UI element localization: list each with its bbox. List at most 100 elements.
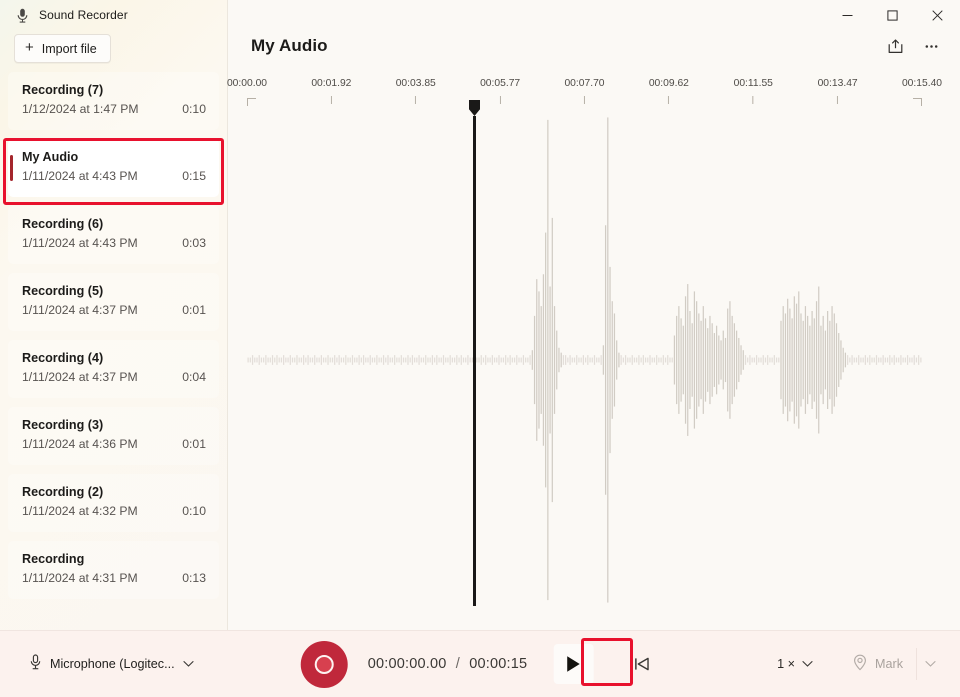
record-button[interactable] (301, 641, 348, 688)
ruler-tick: 00:15.40 (902, 78, 942, 104)
recording-name: Recording (4) (22, 349, 206, 367)
import-file-button[interactable]: + Import file (14, 34, 111, 63)
recording-list-item[interactable]: Recording (2) 1/11/2024 at 4:32 PM 0:10 (8, 474, 219, 532)
transport-bar: Microphone (Logitec... 00:00:00.00 / 00:… (0, 630, 960, 697)
play-button[interactable] (553, 644, 593, 684)
recording-list-item[interactable]: Recording (6) 1/11/2024 at 4:43 PM 0:03 (8, 206, 219, 264)
transport-controls: 00:00:00.00 / 00:00:15 (301, 641, 660, 688)
more-options-icon[interactable] (914, 30, 948, 62)
recording-name: Recording (6) (22, 215, 206, 233)
recording-meta: 1/11/2024 at 4:31 PM 0:13 (22, 571, 206, 585)
recording-meta: 1/11/2024 at 4:36 PM 0:01 (22, 437, 206, 451)
waveform-canvas[interactable] (228, 110, 960, 610)
current-time: 00:00:00.00 (368, 656, 447, 672)
recording-duration: 0:10 (182, 102, 206, 116)
title-bar: Sound Recorder (0, 0, 960, 30)
skip-to-start-button[interactable] (623, 646, 659, 682)
time-separator: / (456, 656, 460, 672)
recording-duration: 0:01 (182, 303, 206, 317)
header-actions (878, 30, 948, 62)
recording-date: 1/11/2024 at 4:43 PM (22, 236, 138, 250)
ruler-tick: 00:11.55 (734, 78, 773, 104)
title-bar-left: Sound Recorder (0, 0, 128, 30)
recording-name: Recording (7) (22, 81, 206, 99)
chevron-down-icon (183, 655, 194, 673)
timeline-ruler[interactable]: 00:00.00 00:01.92 00:03.85 00:05.77 00:07.70… (228, 78, 960, 110)
close-button[interactable] (915, 0, 960, 30)
recording-name: Recording (3) (22, 416, 206, 434)
maximize-button[interactable] (870, 0, 915, 30)
ruler-tick-label: 00:09.62 (649, 78, 689, 89)
ruler-tick: 00:09.62 (649, 78, 689, 104)
recording-date: 1/11/2024 at 4:37 PM (22, 303, 138, 317)
marker-options-button[interactable] (916, 648, 944, 680)
ruler-tick-label: 00:00.00 (227, 78, 267, 89)
ruler-tick-mark (753, 96, 754, 104)
recording-list-item[interactable]: Recording (3) 1/11/2024 at 4:36 PM 0:01 (8, 407, 219, 465)
ruler-tick-mark (331, 96, 332, 104)
recording-name: My Audio (22, 148, 206, 166)
import-file-label: Import file (42, 42, 97, 56)
ruler-end-bracket (913, 98, 922, 106)
page-title: My Audio (251, 36, 328, 56)
recording-date: 1/11/2024 at 4:31 PM (22, 571, 138, 585)
playback-speed-value: 1 × (777, 657, 795, 671)
microphone-icon (14, 7, 30, 23)
plus-icon: + (25, 40, 34, 55)
recording-name: Recording (5) (22, 282, 206, 300)
ruler-tick: 00:13.47 (818, 78, 858, 104)
recording-duration: 0:13 (182, 571, 206, 585)
minimize-button[interactable] (825, 0, 870, 30)
recording-date: 1/11/2024 at 4:36 PM (22, 437, 138, 451)
record-icon (315, 655, 334, 674)
add-marker-label: Mark (875, 657, 903, 671)
microphone-label: Microphone (Logitec... (50, 657, 175, 671)
add-marker-button[interactable]: Mark (843, 648, 912, 680)
recording-date: 1/11/2024 at 4:43 PM (22, 169, 138, 183)
ruler-tick-label: 00:13.47 (818, 78, 858, 89)
ruler-tick-mark (584, 96, 585, 104)
recording-list-item[interactable]: Recording (5) 1/11/2024 at 4:37 PM 0:01 (8, 273, 219, 331)
recording-meta: 1/11/2024 at 4:32 PM 0:10 (22, 504, 206, 518)
recording-name: Recording (22, 550, 206, 568)
ruler-tick-label: 00:11.55 (734, 78, 773, 89)
recording-meta: 1/12/2024 at 1:47 PM0:10 (22, 102, 206, 116)
recording-list-item[interactable]: Recording 1/11/2024 at 4:31 PM 0:13 (8, 541, 219, 599)
selection-indicator (10, 155, 13, 181)
recording-date: 1/11/2024 at 4:32 PM (22, 504, 138, 518)
recording-list-item[interactable]: Recording (4) 1/11/2024 at 4:37 PM 0:04 (8, 340, 219, 398)
ruler-tick: 00:05.77 (480, 78, 520, 104)
sidebar: + Import file Recording (7) 1/12/2024 at … (0, 0, 227, 630)
recordings-list[interactable]: Recording (7) 1/12/2024 at 1:47 PM0:10 My … (0, 72, 227, 628)
chevron-down-icon (802, 657, 813, 671)
ruler-tick-label: 00:05.77 (480, 78, 520, 89)
recording-list-item[interactable]: My Audio 1/11/2024 at 4:43 PM0:15 (8, 139, 219, 197)
waveform-graphic (228, 110, 960, 610)
main-panel: My Audio (227, 0, 960, 630)
recording-duration: 0:01 (182, 437, 206, 451)
recording-duration: 0:10 (182, 504, 206, 518)
share-icon[interactable] (878, 30, 912, 62)
recording-duration: 0:03 (182, 236, 206, 250)
ruler-tick-mark (500, 96, 501, 104)
total-time: 00:00:15 (469, 656, 527, 672)
microphone-icon (29, 654, 42, 675)
recording-list-item[interactable]: Recording (7) 1/12/2024 at 1:47 PM0:10 (8, 72, 219, 130)
play-icon (565, 655, 582, 673)
recording-name: Recording (2) (22, 483, 206, 501)
recording-meta: 1/11/2024 at 4:43 PM0:15 (22, 169, 206, 183)
playback-tools: 1 × Mark (769, 648, 944, 680)
recording-duration: 0:04 (182, 370, 206, 384)
recording-meta: 1/11/2024 at 4:37 PM 0:01 (22, 303, 206, 317)
skip-to-start-icon (632, 655, 650, 673)
ruler-tick: 00:03.85 (396, 78, 436, 104)
playback-speed-button[interactable]: 1 × (769, 648, 821, 680)
ruler-tick: 00:01.92 (311, 78, 351, 104)
recording-date: 1/11/2024 at 4:37 PM (22, 370, 138, 384)
recording-meta: 1/11/2024 at 4:37 PM 0:04 (22, 370, 206, 384)
ruler-tick-label: 00:07.70 (564, 78, 604, 89)
location-pin-icon (852, 654, 868, 674)
microphone-selector[interactable]: Microphone (Logitec... (22, 648, 201, 680)
ruler-tick: 00:07.70 (564, 78, 604, 104)
window-controls (825, 0, 960, 30)
